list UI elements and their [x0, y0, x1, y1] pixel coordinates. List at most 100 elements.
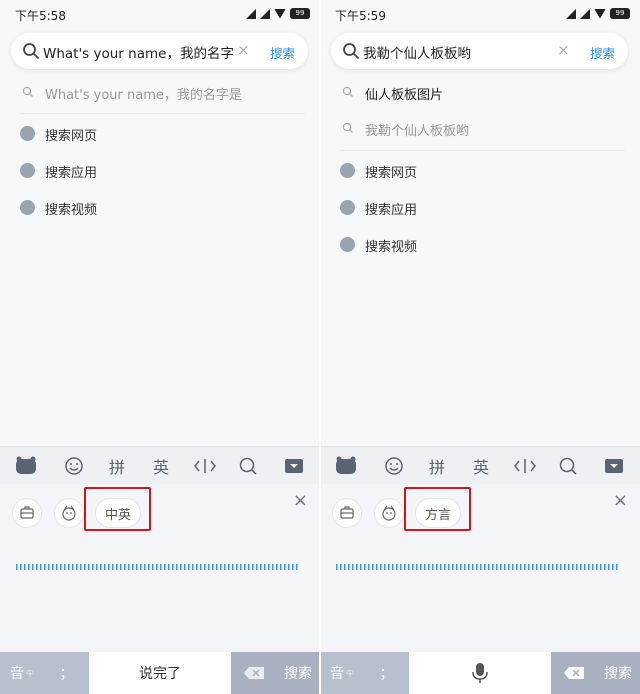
- clear-icon[interactable]: ×: [237, 41, 250, 59]
- search-icon[interactable]: [236, 453, 260, 479]
- emoji-icon[interactable]: [382, 453, 406, 479]
- backspace-key[interactable]: [551, 652, 596, 694]
- status-bar: 下午5:58 99: [0, 0, 320, 28]
- left-screen: 下午5:58 99 What's your name，我的名字是 × 搜索 Wh…: [0, 0, 320, 694]
- action-label: 搜索网页: [45, 129, 98, 144]
- keyboard-toolbar: 拼 英: [0, 446, 320, 484]
- cursor-move-icon[interactable]: [192, 453, 218, 479]
- action-search-apps[interactable]: 搜索应用: [0, 154, 320, 188]
- key-label: 音: [10, 666, 24, 682]
- search-input[interactable]: 我勒个仙人板板哟: [363, 42, 553, 62]
- divider: [340, 150, 625, 151]
- voice-changer-icon[interactable]: [374, 498, 404, 528]
- suggestion-item[interactable]: What's your name，我的名字是: [0, 75, 320, 109]
- suggestion-item[interactable]: 我勒个仙人板板哟: [320, 111, 640, 145]
- keyboard-toolbar: 拼 英: [320, 446, 640, 484]
- action-search-video[interactable]: 搜索视频: [0, 191, 320, 225]
- collapse-keyboard-icon[interactable]: [602, 453, 626, 479]
- pinyin-key[interactable]: 拼: [424, 453, 450, 479]
- signal-icon: [246, 8, 256, 19]
- keyboard-mode-icon[interactable]: [332, 498, 362, 528]
- semicolon-key[interactable]: ；: [44, 652, 89, 694]
- baidu-logo-icon[interactable]: [14, 453, 38, 479]
- bottom-key-row: 音中 ； 说完了 搜索: [0, 652, 320, 694]
- microphone-icon: [472, 663, 488, 683]
- search-key[interactable]: 搜索: [276, 652, 320, 694]
- key-sublabel: 中: [346, 668, 354, 678]
- search-icon: [342, 122, 353, 133]
- panel-divider: [319, 0, 321, 694]
- status-icons: 99: [246, 8, 310, 19]
- search-button[interactable]: 搜索: [270, 43, 295, 62]
- status-bar: 下午5:59 99: [320, 0, 640, 28]
- signal-icon: [260, 8, 270, 19]
- done-speaking-button[interactable]: 说完了: [89, 652, 231, 694]
- battery-icon: 99: [290, 8, 310, 19]
- action-label: 搜索视频: [365, 240, 418, 255]
- voice-input-panel: 方言 ×: [320, 484, 640, 652]
- suggestion-text: 我勒个仙人板板哟: [365, 124, 470, 139]
- suggestion-text: What's your name，我的名字是: [45, 88, 242, 103]
- search-icon: [23, 43, 39, 59]
- voice-input-panel: 中英 ×: [0, 484, 320, 652]
- signal-icon: [566, 8, 576, 19]
- microphone-button[interactable]: [409, 652, 551, 694]
- baidu-logo-icon[interactable]: [334, 453, 358, 479]
- globe-icon: [20, 126, 35, 141]
- search-box[interactable]: What's your name，我的名字是 × 搜索: [11, 33, 308, 69]
- keyboard-mode-icon[interactable]: [12, 498, 42, 528]
- highlight-box: [84, 487, 151, 531]
- right-screen: 下午5:59 99 我勒个仙人板板哟 × 搜索 仙人板板图片 我勒个仙人板板哟 …: [320, 0, 640, 694]
- status-time: 下午5:59: [335, 9, 386, 23]
- english-key[interactable]: 英: [148, 453, 174, 479]
- video-icon: [20, 200, 35, 215]
- suggestion-item[interactable]: 仙人板板图片: [320, 75, 640, 109]
- search-icon: [342, 86, 353, 97]
- semicolon-key[interactable]: ；: [364, 652, 409, 694]
- apps-icon: [340, 200, 355, 215]
- action-search-apps[interactable]: 搜索应用: [320, 191, 640, 225]
- battery-icon: 99: [610, 8, 630, 19]
- highlight-box: [404, 487, 471, 531]
- screenshot-comparison: 下午5:58 99 What's your name，我的名字是 × 搜索 Wh…: [0, 0, 640, 694]
- status-icons: 99: [566, 8, 630, 19]
- voice-changer-icon[interactable]: [54, 498, 84, 528]
- pinyin-key[interactable]: 拼: [104, 453, 130, 479]
- search-key[interactable]: 搜索: [596, 652, 640, 694]
- search-icon: [343, 43, 359, 59]
- action-label: 搜索视频: [45, 203, 98, 218]
- apps-icon: [20, 163, 35, 178]
- cursor-move-icon[interactable]: [512, 453, 538, 479]
- search-box[interactable]: 我勒个仙人板板哟 × 搜索: [331, 33, 628, 69]
- search-icon[interactable]: [556, 453, 580, 479]
- backspace-key[interactable]: [231, 652, 276, 694]
- search-icon: [22, 86, 33, 97]
- emoji-icon[interactable]: [62, 453, 86, 479]
- close-icon[interactable]: ×: [613, 490, 628, 511]
- collapse-keyboard-icon[interactable]: [282, 453, 306, 479]
- search-button[interactable]: 搜索: [590, 43, 615, 62]
- close-icon[interactable]: ×: [293, 490, 308, 511]
- divider: [20, 113, 305, 114]
- wifi-icon: [274, 8, 286, 19]
- status-time: 下午5:58: [15, 9, 66, 23]
- wifi-icon: [594, 8, 606, 19]
- key-sublabel: 中: [26, 668, 34, 678]
- action-search-video[interactable]: 搜索视频: [320, 228, 640, 262]
- action-label: 搜索网页: [365, 166, 418, 181]
- voice-lang-key[interactable]: 音中: [320, 652, 364, 694]
- video-icon: [340, 237, 355, 252]
- action-label: 搜索应用: [45, 166, 98, 181]
- signal-icon: [580, 8, 590, 19]
- clear-icon[interactable]: ×: [557, 41, 570, 59]
- action-search-web[interactable]: 搜索网页: [0, 117, 320, 151]
- voice-waveform: [16, 564, 300, 570]
- action-label: 搜索应用: [365, 203, 418, 218]
- action-search-web[interactable]: 搜索网页: [320, 154, 640, 188]
- search-input[interactable]: What's your name，我的名字是: [43, 42, 233, 62]
- voice-lang-key[interactable]: 音中: [0, 652, 44, 694]
- key-label: 音: [330, 666, 344, 682]
- bottom-key-row: 音中 ； 搜索: [320, 652, 640, 694]
- suggestion-text: 仙人板板图片: [365, 88, 444, 103]
- english-key[interactable]: 英: [468, 453, 494, 479]
